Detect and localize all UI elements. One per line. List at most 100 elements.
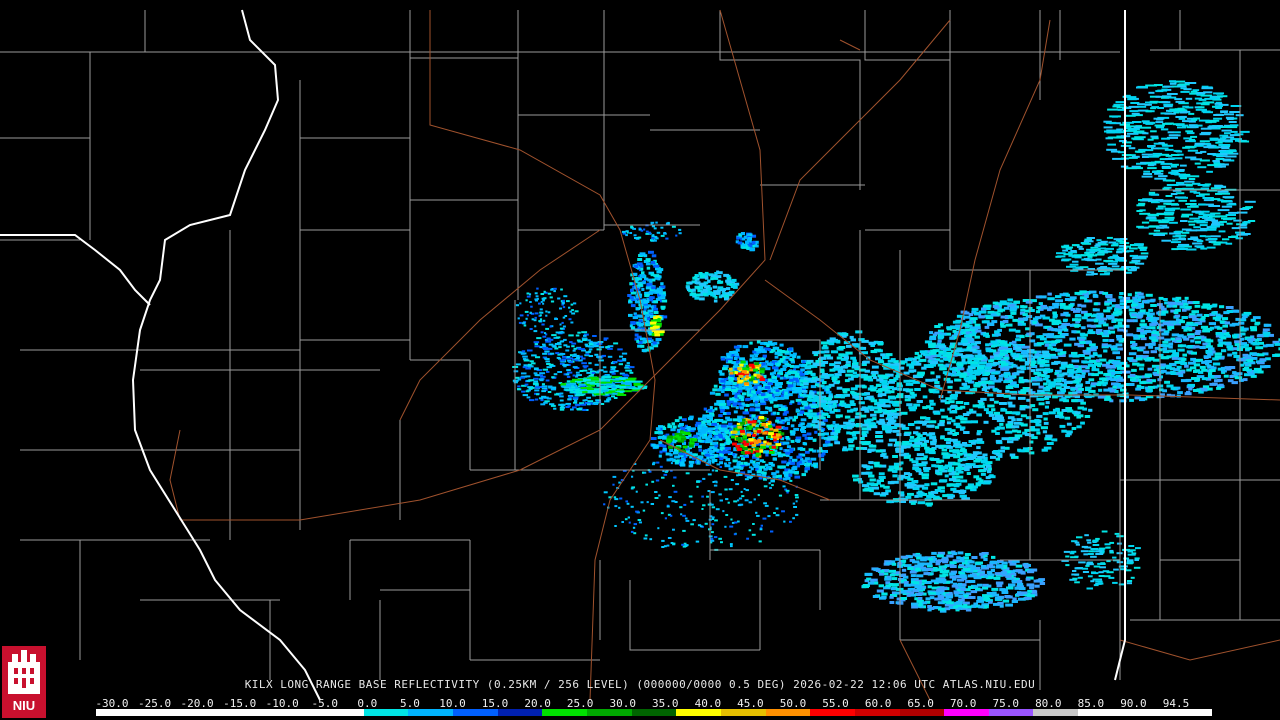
echo-pixel	[1187, 238, 1199, 240]
echo-pixel	[999, 422, 1004, 426]
echo-pixel	[1004, 343, 1012, 347]
echo-pixel	[1074, 581, 1080, 584]
echo-pixel	[1247, 372, 1255, 376]
echo-pixel	[881, 592, 888, 596]
echo-pixel	[671, 422, 676, 426]
echo-pixel	[1130, 266, 1140, 269]
echo-pixel	[1204, 213, 1216, 216]
echo-pixel	[753, 441, 759, 445]
echo-pixel	[1204, 360, 1212, 363]
echo-pixel	[995, 432, 1000, 435]
echo-pixel	[1207, 352, 1214, 356]
echo-pixel	[869, 478, 876, 482]
echo-pixel	[1012, 343, 1018, 347]
echo-pixel	[1139, 367, 1144, 371]
echo-pixel	[751, 414, 756, 418]
echo-pixel	[937, 339, 942, 343]
echo-pixel	[728, 422, 733, 426]
echo-pixel	[725, 458, 731, 462]
echo-pixel	[1082, 369, 1090, 373]
echo-pixel	[998, 374, 1004, 378]
echo-pixel	[975, 329, 982, 333]
echo-pixel	[1170, 193, 1178, 195]
echo-pixel	[951, 584, 958, 588]
echo-pixel	[925, 502, 933, 506]
echo-pixel	[1129, 110, 1139, 113]
echo-pixel	[746, 404, 750, 407]
echo-pixel	[1074, 395, 1080, 399]
echo-pixel	[759, 367, 766, 371]
echo-pixel	[903, 583, 911, 587]
echo-pixel	[890, 426, 898, 429]
echo-pixel	[1012, 597, 1017, 601]
echo-pixel	[1036, 342, 1044, 346]
echo-pixel	[1208, 369, 1216, 372]
echo-pixel	[1210, 235, 1221, 238]
echo-pixel	[1192, 301, 1200, 304]
echo-pixel	[986, 464, 992, 468]
echo-pixel	[1081, 242, 1092, 245]
echo-pixel	[973, 475, 980, 479]
echo-pixel	[964, 328, 971, 332]
echo-pixel	[1081, 567, 1089, 570]
echo-pixel	[967, 453, 972, 457]
echo-pixel	[1244, 367, 1250, 370]
echo-pixel	[1163, 344, 1170, 348]
echo-pixel	[1257, 361, 1265, 365]
echo-pixel	[888, 465, 895, 469]
echo-pixel	[1192, 242, 1203, 245]
echo-pixel	[1242, 207, 1251, 209]
echo-pixel	[1117, 108, 1125, 111]
echo-pixel	[983, 333, 988, 337]
echo-pixel	[1136, 204, 1145, 207]
echo-pixel	[901, 573, 907, 577]
echo-pixel	[991, 371, 999, 375]
echo-pixel	[967, 585, 974, 589]
echo-pixel	[916, 400, 923, 403]
echo-pixel	[1133, 126, 1141, 129]
echo-pixel	[737, 389, 743, 393]
echo-pixel	[1226, 126, 1238, 129]
echo-pixel	[885, 584, 892, 588]
echo-pixel	[1152, 199, 1161, 202]
echo-pixel	[905, 476, 910, 480]
echo-pixel	[990, 455, 997, 459]
echo-pixel	[1112, 385, 1117, 389]
echo-pixel	[712, 388, 718, 392]
echo-pixel	[1149, 312, 1155, 316]
echo-pixel	[785, 356, 790, 360]
echo-pixel	[1088, 389, 1096, 393]
echo-pixel	[929, 402, 936, 406]
echo-pixel	[1091, 273, 1098, 275]
echo-pixel	[1151, 331, 1159, 335]
echo-pixel	[1024, 428, 1031, 432]
echo-pixel	[796, 382, 801, 386]
echo-pixel	[1097, 354, 1102, 358]
echo-pixel	[741, 450, 745, 454]
echo-pixel	[1204, 183, 1212, 186]
echo-pixel	[1044, 388, 1051, 392]
echo-pixel	[755, 391, 761, 395]
echo-pixel	[1229, 124, 1239, 127]
echo-pixel	[718, 370, 723, 374]
echo-pixel	[1226, 310, 1233, 313]
echo-pixel	[1155, 121, 1164, 124]
echo-pixel	[971, 556, 978, 559]
echo-pixel	[982, 586, 989, 590]
echo-pixel	[1250, 328, 1258, 332]
echo-pixel	[801, 430, 807, 433]
echo-pixel	[1177, 83, 1186, 86]
echo-pixel	[964, 553, 971, 556]
echo-pixel	[1097, 247, 1106, 250]
echo-pixel	[1229, 375, 1234, 378]
echo-pixel	[992, 341, 1000, 345]
echo-pixel	[754, 348, 761, 352]
echo-pixel	[748, 438, 754, 442]
echo-pixel	[1217, 209, 1230, 212]
echo-pixel	[1168, 302, 1177, 305]
echo-pixel	[1043, 421, 1049, 425]
echo-pixel	[976, 430, 983, 434]
echo-pixel	[1020, 414, 1027, 418]
echo-pixel	[1175, 124, 1183, 126]
echo-pixel	[1178, 169, 1185, 171]
